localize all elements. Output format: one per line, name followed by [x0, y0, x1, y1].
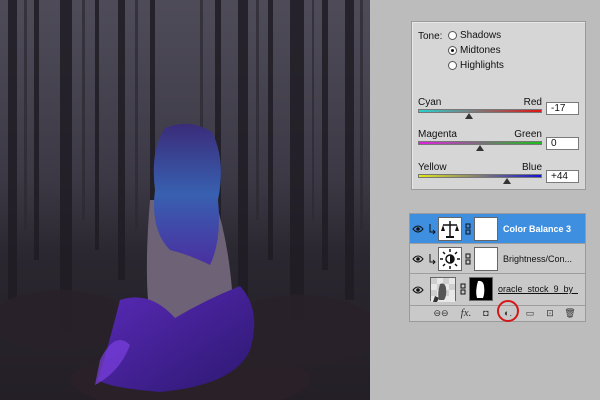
cyan-label: Cyan [418, 97, 442, 108]
highlights-radio[interactable] [448, 61, 457, 70]
yellow-blue-slider[interactable]: Yellow Blue [418, 162, 542, 184]
eye-icon[interactable] [412, 254, 424, 264]
forest-photo [0, 0, 370, 400]
chain-link-icon[interactable] [465, 223, 471, 235]
tone-shadows-option[interactable]: Shadows [448, 30, 501, 41]
layer-name[interactable]: oracle_stock_9_by_... [498, 284, 578, 294]
sun-icon [438, 247, 462, 271]
image-icon [430, 277, 456, 302]
shadows-label: Shadows [460, 30, 502, 41]
eye-icon[interactable] [412, 224, 424, 234]
chain-link-icon[interactable] [465, 253, 471, 265]
yellow-blue-value[interactable]: +44 [546, 170, 579, 183]
color-balance-properties: Tone: Shadows Midtones Highlights Cyan R… [411, 21, 586, 190]
cyan-red-value[interactable]: -17 [546, 102, 579, 115]
link-icon[interactable]: ⊖⊖ [432, 307, 450, 319]
shadows-radio[interactable] [448, 31, 457, 40]
layer-color-balance[interactable]: Color Balance 3 [410, 214, 585, 244]
highlights-label: Highlights [460, 60, 504, 71]
group-icon[interactable]: ▭ [523, 307, 537, 319]
mask-icon[interactable]: ◘ [480, 307, 492, 319]
midtones-label: Midtones [460, 45, 501, 56]
layer-mask-thumbnail[interactable] [469, 277, 493, 301]
cyan-red-track[interactable] [418, 109, 542, 113]
new-layer-icon[interactable]: ⊡ [544, 307, 556, 319]
yellow-blue-thumb[interactable] [503, 178, 512, 184]
trash-icon[interactable]: 🗑 [563, 307, 577, 319]
layer-oracle-stock[interactable]: oracle_stock_9_by_... [410, 274, 585, 306]
layer-mask-thumbnail[interactable] [474, 247, 498, 271]
yellow-blue-track[interactable] [418, 174, 542, 178]
clip-arrow-icon [429, 254, 436, 265]
layer-name[interactable]: Color Balance 3 [503, 224, 583, 234]
tone-midtones-option[interactable]: Midtones [448, 45, 501, 56]
layer-name[interactable]: Brightness/Con... [503, 254, 583, 264]
tone-label: Tone: [418, 31, 443, 42]
layer-brightness-contrast[interactable]: Brightness/Con... [410, 244, 585, 274]
eye-icon[interactable] [412, 285, 424, 295]
highlight-circle [497, 300, 519, 322]
layer-mask-thumbnail[interactable] [474, 217, 498, 241]
yellow-label: Yellow [418, 162, 447, 173]
midtones-radio[interactable] [448, 46, 457, 55]
scale-icon [438, 217, 462, 241]
magenta-green-thumb[interactable] [476, 145, 484, 151]
clip-arrow-icon [429, 224, 436, 235]
cyan-red-slider[interactable]: Cyan Red [418, 97, 542, 119]
magenta-green-slider[interactable]: Magenta Green [418, 129, 542, 151]
cyan-red-thumb[interactable] [465, 113, 474, 119]
green-label: Green [514, 129, 542, 140]
blue-label: Blue [521, 162, 542, 173]
fx-icon[interactable]: fx. [458, 307, 474, 319]
chain-link-icon[interactable] [460, 283, 466, 295]
red-label: Red [523, 97, 542, 108]
document-canvas[interactable] [0, 0, 370, 400]
magenta-label: Magenta [418, 129, 457, 140]
tone-highlights-option[interactable]: Highlights [448, 60, 504, 71]
magenta-green-value[interactable]: 0 [546, 137, 579, 150]
